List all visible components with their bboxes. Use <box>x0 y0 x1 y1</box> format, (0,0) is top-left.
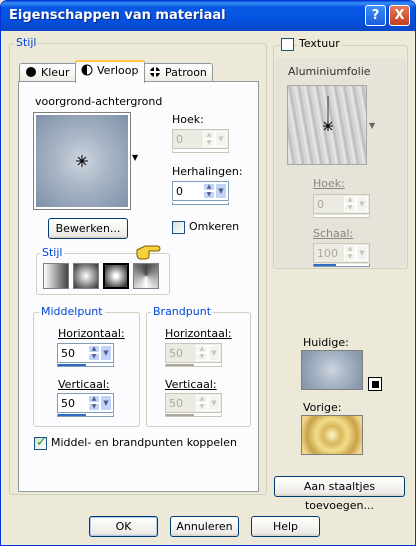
hoek-stepper[interactable]: 0 ▲ ▼ ▼ <box>172 129 229 149</box>
texture-dropdown-arrow-icon[interactable]: ▼ <box>369 121 375 130</box>
center-marker-icon <box>76 155 88 167</box>
pattern-icon <box>149 66 161 78</box>
huidige-label: Huidige: <box>303 336 349 349</box>
dropdown-icon[interactable]: ▼ <box>215 131 227 147</box>
hoek-label: Hoek: <box>172 113 204 126</box>
vorige-label: Vorige: <box>303 401 342 414</box>
horizontaal-label: Horizontaal: <box>58 327 125 340</box>
koppelen-checkbox[interactable]: ✓ <box>34 435 47 450</box>
gradient-preview[interactable] <box>33 112 131 210</box>
dropdown-icon[interactable]: ▼ <box>208 345 220 361</box>
spin-up-icon[interactable]: ▲ <box>88 395 100 403</box>
close-title-button[interactable]: X <box>389 5 410 26</box>
cancel-button[interactable]: Annuleren <box>170 516 239 537</box>
help-button[interactable]: Help <box>251 516 320 537</box>
bp-horizontaal-stepper[interactable]: 50 ▲ ▼ ▼ <box>165 343 222 363</box>
herhalingen-label: Herhalingen: <box>172 165 243 178</box>
dropdown-icon[interactable]: ▼ <box>100 345 112 361</box>
texture-name: Aluminiumfolie <box>288 65 371 78</box>
style-linear-button[interactable] <box>43 263 69 289</box>
texture-schaal-slider[interactable] <box>313 264 370 267</box>
gradient-name: voorgrond-achtergrond <box>35 95 163 108</box>
texture-center-marker-icon <box>323 96 333 131</box>
bp-verticaal-stepper[interactable]: 50 ▲ ▼ ▼ <box>165 393 222 413</box>
middelpunt-legend: Middelpunt <box>39 305 105 318</box>
hoek-slider[interactable] <box>172 150 229 153</box>
bp-horizontaal-label: Horizontaal: <box>165 327 232 340</box>
previous-swatch[interactable] <box>301 415 363 455</box>
koppelen-label: Middel- en brandpunten koppelen <box>51 436 237 449</box>
verticaal-stepper[interactable]: 50 ▲ ▼ ▼ <box>57 393 114 413</box>
texture-checkbox[interactable] <box>281 38 294 51</box>
ok-button[interactable]: OK <box>89 516 158 537</box>
spin-down-icon[interactable]: ▼ <box>88 353 100 361</box>
tab-verloop[interactable]: Verloop <box>75 60 145 83</box>
spin-down-icon[interactable]: ▼ <box>196 403 208 411</box>
swap-swatch-icon[interactable] <box>368 377 382 391</box>
gradient-dropdown-arrow-icon[interactable]: ▼ <box>132 153 138 162</box>
dropdown-icon[interactable]: ▼ <box>100 395 112 411</box>
dropdown-icon[interactable]: ▼ <box>356 245 368 261</box>
texture-schaal-label: Schaal: <box>313 227 354 240</box>
help-title-button[interactable]: ? <box>365 5 386 26</box>
gradient-style-legend: Stijl <box>40 246 65 259</box>
material-properties-dialog: Eigenschappen van materiaal ? X Stijl Kl… <box>0 0 416 546</box>
omkeren-label: Omkeren <box>189 220 240 233</box>
spin-up-icon[interactable]: ▲ <box>196 395 208 403</box>
spin-down-icon[interactable]: ▼ <box>344 204 356 212</box>
spin-up-icon[interactable]: ▲ <box>203 131 215 139</box>
style-radial-button[interactable] <box>133 263 159 289</box>
circle-icon <box>25 66 37 78</box>
checkmark-icon: ✓ <box>36 435 47 450</box>
pointing-hand-icon <box>136 245 161 260</box>
spin-up-icon[interactable]: ▲ <box>344 196 356 204</box>
spin-down-icon[interactable]: ▼ <box>196 353 208 361</box>
verticaal-label: Verticaal: <box>58 378 110 391</box>
tab-patroon[interactable]: Patroon <box>143 63 213 83</box>
tab-kleur[interactable]: Kleur <box>19 63 77 83</box>
title-bar[interactable]: Eigenschappen van materiaal ? X <box>1 1 415 31</box>
texture-label: Textuur <box>297 37 342 50</box>
horizontaal-slider[interactable] <box>57 364 114 367</box>
spin-down-icon[interactable]: ▼ <box>88 403 100 411</box>
herhalingen-slider[interactable] <box>172 202 229 205</box>
style-sunburst-button[interactable] <box>103 263 129 289</box>
window-title: Eigenschappen van materiaal <box>9 8 226 23</box>
texture-preview[interactable] <box>287 85 367 165</box>
dropdown-icon[interactable]: ▼ <box>356 196 368 212</box>
brandpunt-legend: Brandpunt <box>151 305 214 318</box>
dropdown-icon[interactable]: ▼ <box>208 395 220 411</box>
half-circle-icon <box>81 64 93 76</box>
texture-hoek-slider[interactable] <box>313 215 370 218</box>
texture-hoek-stepper[interactable]: 0 ▲ ▼ ▼ <box>313 194 370 214</box>
bp-horizontaal-slider[interactable] <box>165 364 222 367</box>
spin-up-icon[interactable]: ▲ <box>196 345 208 353</box>
style-rectangular-button[interactable] <box>73 263 99 289</box>
texture-hoek-label: Hoek: <box>313 177 345 190</box>
bewerken-button[interactable]: Bewerken... <box>48 218 128 239</box>
add-to-swatches-button[interactable]: Aan staaltjes toevoegen... <box>274 476 405 512</box>
spin-up-icon[interactable]: ▲ <box>344 245 356 253</box>
horizontaal-stepper[interactable]: 50 ▲ ▼ ▼ <box>57 343 114 363</box>
spin-down-icon[interactable]: ▼ <box>344 253 356 261</box>
spin-up-icon[interactable]: ▲ <box>203 183 215 191</box>
omkeren-checkbox[interactable] <box>172 221 185 234</box>
bp-verticaal-label: Verticaal: <box>165 378 217 391</box>
current-swatch <box>301 350 363 390</box>
herhalingen-stepper[interactable]: 0 ▲ ▼ ▼ <box>172 181 229 201</box>
spin-down-icon[interactable]: ▼ <box>203 139 215 147</box>
bp-verticaal-slider[interactable] <box>165 414 222 417</box>
style-group-legend: Stijl <box>14 36 39 49</box>
verticaal-slider[interactable] <box>57 414 114 417</box>
spin-down-icon[interactable]: ▼ <box>203 191 215 199</box>
spin-up-icon[interactable]: ▲ <box>88 345 100 353</box>
dropdown-icon[interactable]: ▼ <box>215 183 227 199</box>
texture-schaal-stepper[interactable]: 100 ▲ ▼ ▼ <box>313 243 370 263</box>
